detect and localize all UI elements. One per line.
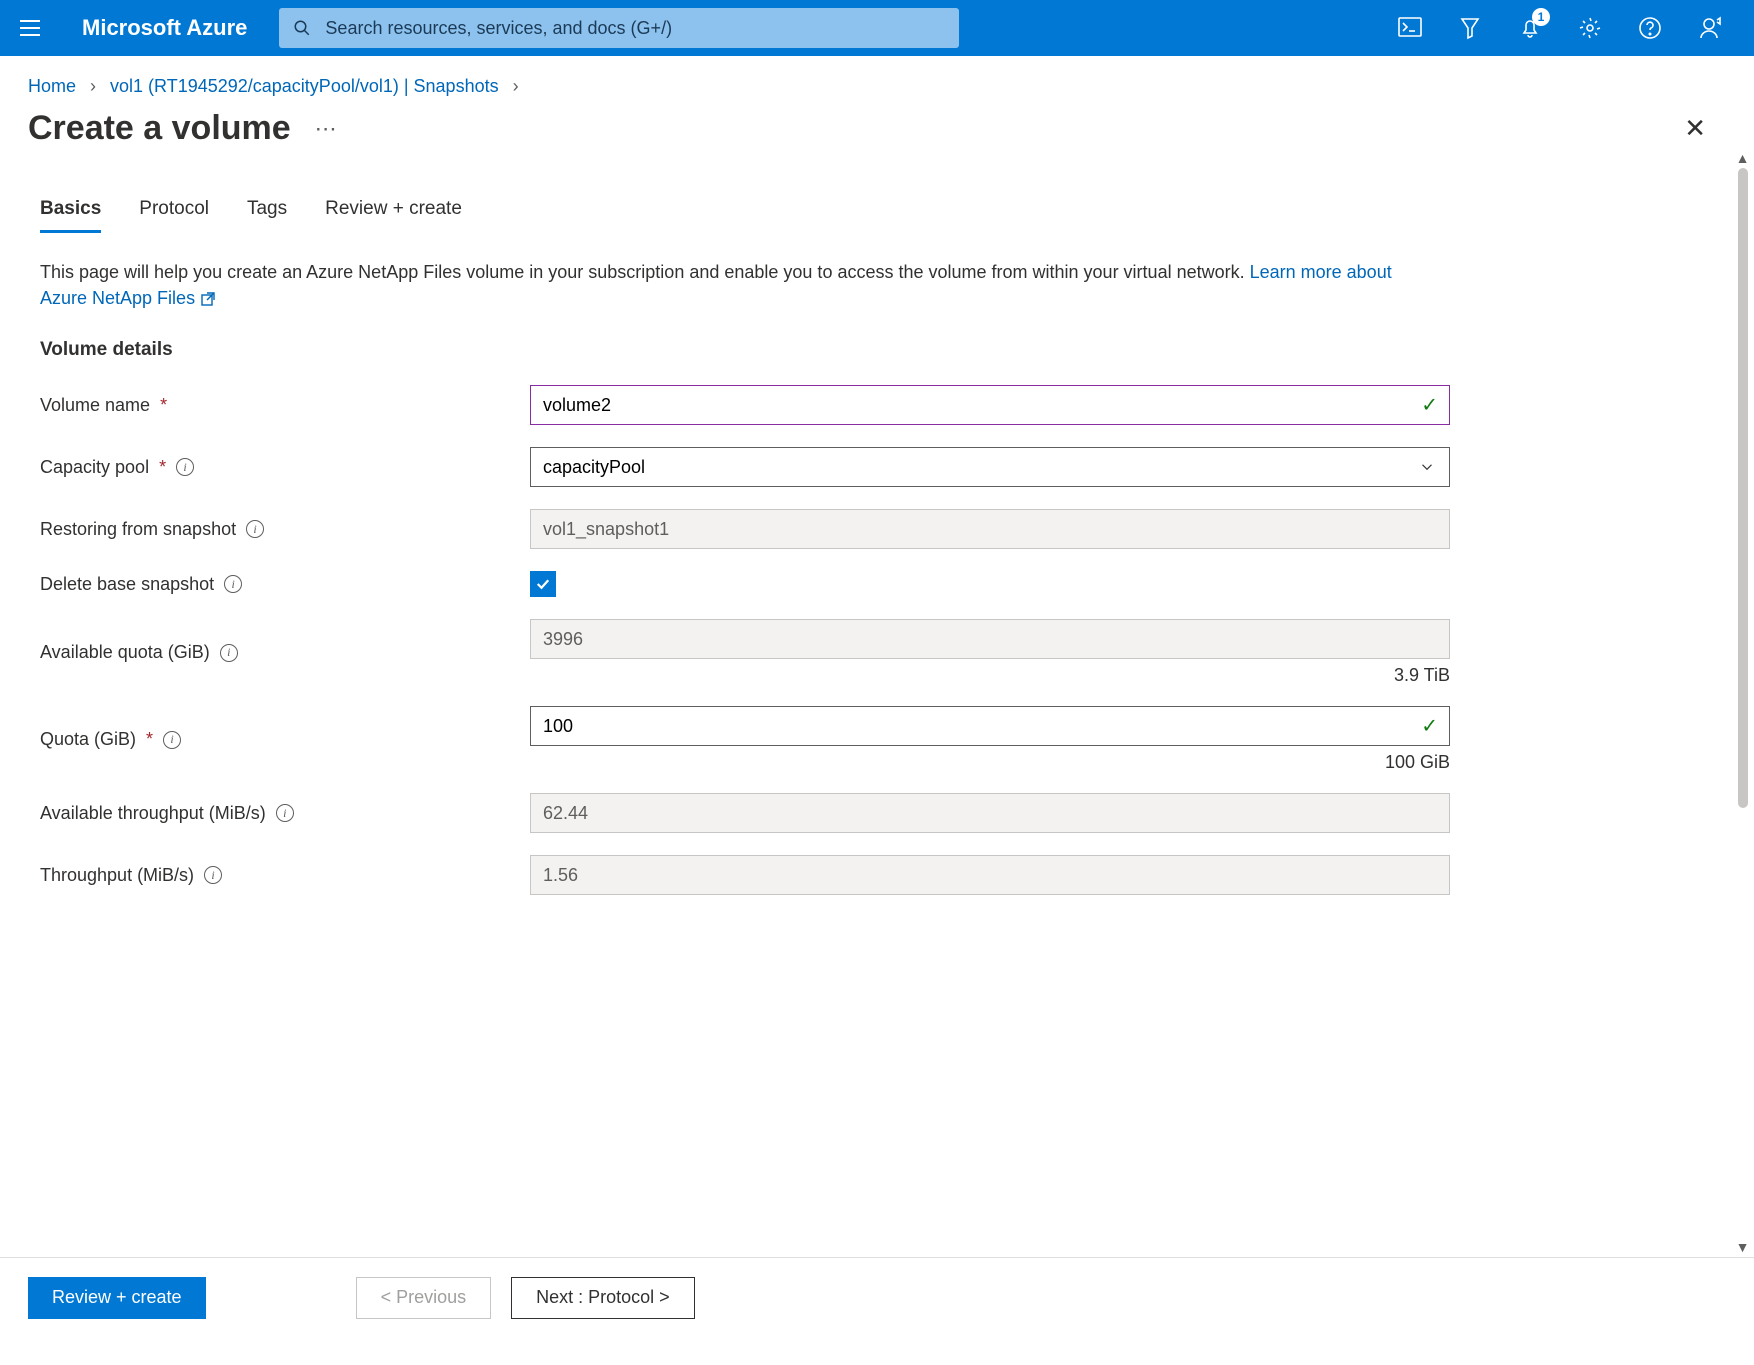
- cloud-shell-icon[interactable]: [1396, 14, 1424, 42]
- tab-basics[interactable]: Basics: [40, 198, 101, 233]
- wizard-footer: Review + create < Previous Next : Protoc…: [0, 1257, 1754, 1337]
- breadcrumb-home[interactable]: Home: [28, 76, 76, 97]
- header-actions: 1: [1396, 14, 1724, 42]
- throughput-input: [530, 855, 1450, 895]
- valid-check-icon: ✓: [1421, 393, 1438, 418]
- review-create-button[interactable]: Review + create: [28, 1277, 206, 1319]
- info-icon[interactable]: i: [220, 644, 238, 662]
- tab-protocol[interactable]: Protocol: [139, 198, 209, 233]
- available-quota-helper: 3.9 TiB: [530, 665, 1450, 686]
- field-capacity-pool: Capacity pool * i: [40, 447, 1714, 487]
- feedback-icon[interactable]: [1696, 14, 1724, 42]
- scroll-down-icon[interactable]: ▼: [1736, 1239, 1750, 1255]
- chevron-right-icon: ›: [90, 76, 96, 97]
- page-description: This page will help you create an Azure …: [40, 259, 1440, 311]
- close-blade-icon[interactable]: ✕: [1684, 113, 1726, 144]
- search-input[interactable]: [325, 18, 945, 39]
- azure-header: Microsoft Azure 1: [0, 0, 1754, 56]
- capacity-pool-select[interactable]: [530, 447, 1450, 487]
- section-volume-details: Volume details: [40, 339, 1714, 361]
- field-available-quota: Available quota (GiB) i 3.9 TiB: [40, 619, 1714, 686]
- breadcrumb: Home › vol1 (RT1945292/capacityPool/vol1…: [0, 56, 1754, 97]
- notifications-icon[interactable]: 1: [1516, 14, 1544, 42]
- scroll-thumb[interactable]: [1738, 168, 1748, 808]
- breadcrumb-path[interactable]: vol1 (RT1945292/capacityPool/vol1) | Sna…: [110, 76, 499, 97]
- volume-name-input[interactable]: [530, 385, 1450, 425]
- valid-check-icon: ✓: [1421, 714, 1438, 739]
- scrollbar[interactable]: ▲ ▼: [1730, 148, 1754, 1257]
- settings-gear-icon[interactable]: [1576, 14, 1604, 42]
- wizard-tabs: Basics Protocol Tags Review + create: [40, 198, 1714, 233]
- required-indicator: *: [159, 457, 166, 478]
- notification-badge: 1: [1532, 8, 1550, 26]
- chevron-right-icon: ›: [513, 76, 519, 97]
- field-restoring-snapshot: Restoring from snapshot i: [40, 509, 1714, 549]
- directory-filter-icon[interactable]: [1456, 14, 1484, 42]
- field-volume-name: Volume name * ✓: [40, 385, 1714, 425]
- field-throughput: Throughput (MiB/s) i: [40, 855, 1714, 895]
- quota-input[interactable]: [530, 706, 1450, 746]
- quota-helper: 100 GiB: [530, 752, 1450, 773]
- title-row: Create a volume ⋯ ✕: [0, 97, 1754, 148]
- info-icon[interactable]: i: [276, 804, 294, 822]
- chevron-down-icon: [1418, 458, 1436, 476]
- scroll-up-icon[interactable]: ▲: [1736, 150, 1750, 166]
- search-icon: [293, 19, 311, 37]
- field-quota: Quota (GiB) * i ✓ 100 GiB: [40, 706, 1714, 773]
- info-icon[interactable]: i: [224, 575, 242, 593]
- help-icon[interactable]: [1636, 14, 1664, 42]
- field-delete-base-snapshot: Delete base snapshot i: [40, 571, 1714, 597]
- info-icon[interactable]: i: [163, 731, 181, 749]
- next-protocol-button[interactable]: Next : Protocol >: [511, 1277, 695, 1319]
- delete-base-checkbox[interactable]: [530, 571, 556, 597]
- required-indicator: *: [146, 729, 153, 750]
- more-actions-icon[interactable]: ⋯: [315, 116, 339, 142]
- previous-button: < Previous: [356, 1277, 492, 1319]
- page-title: Create a volume: [28, 109, 291, 148]
- global-search[interactable]: [279, 8, 959, 48]
- tab-tags[interactable]: Tags: [247, 198, 287, 233]
- available-throughput-input: [530, 793, 1450, 833]
- required-indicator: *: [160, 395, 167, 416]
- brand-label[interactable]: Microsoft Azure: [82, 15, 247, 41]
- info-icon[interactable]: i: [204, 866, 222, 884]
- info-icon[interactable]: i: [246, 520, 264, 538]
- hamburger-menu-icon[interactable]: [20, 16, 44, 40]
- available-quota-input: [530, 619, 1450, 659]
- field-available-throughput: Available throughput (MiB/s) i: [40, 793, 1714, 833]
- restoring-snapshot-input: [530, 509, 1450, 549]
- tab-review[interactable]: Review + create: [325, 198, 462, 233]
- info-icon[interactable]: i: [176, 458, 194, 476]
- form-panel: Basics Protocol Tags Review + create Thi…: [0, 148, 1754, 1257]
